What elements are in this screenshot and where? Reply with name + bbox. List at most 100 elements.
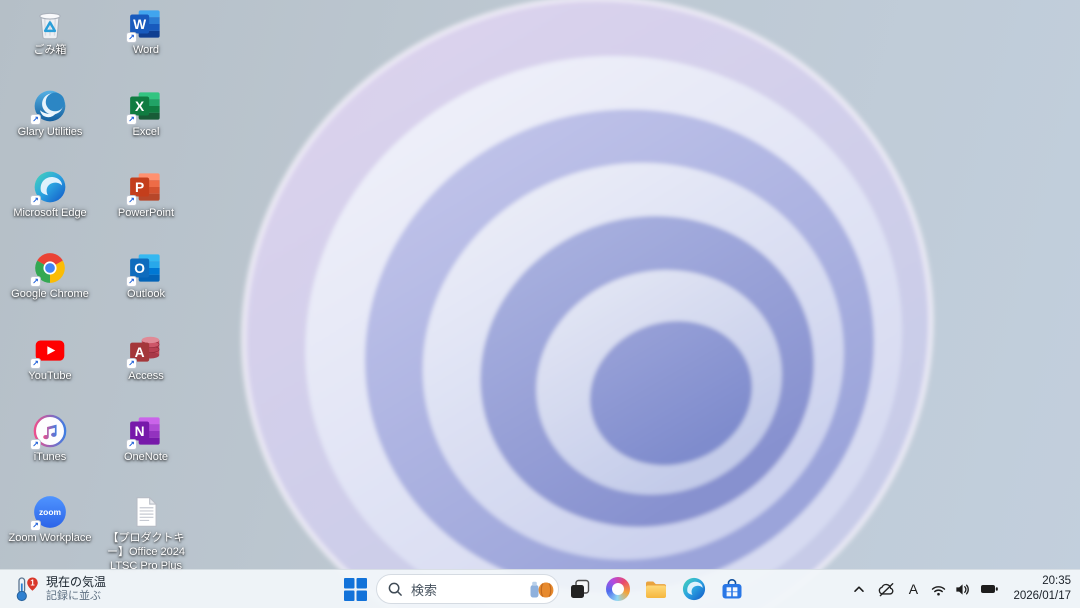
desktop-icon-word[interactable]: W ↗ Word bbox=[100, 6, 192, 58]
weather-widget-text: 現在の気温 記録に並ぶ bbox=[46, 575, 106, 603]
task-view-button[interactable] bbox=[561, 572, 599, 606]
word-icon: W ↗ bbox=[128, 6, 164, 42]
speaker-icon bbox=[954, 581, 970, 598]
onenote-icon: N ↗ bbox=[128, 413, 164, 449]
google-chrome-icon: ↗ bbox=[32, 250, 68, 286]
edge-taskbar-button[interactable] bbox=[675, 572, 713, 606]
copilot-button[interactable] bbox=[599, 572, 637, 606]
hidden-icons-button[interactable] bbox=[846, 572, 872, 606]
windows-logo-icon bbox=[343, 577, 368, 602]
clock-time: 20:35 bbox=[1042, 574, 1071, 589]
shortcut-arrow-icon: ↗ bbox=[30, 114, 41, 125]
desktop-icon-access[interactable]: A ↗ Access bbox=[100, 332, 192, 384]
icon-label: Excel bbox=[133, 126, 160, 140]
shortcut-arrow-icon: ↗ bbox=[126, 358, 137, 369]
shortcut-arrow-icon: ↗ bbox=[126, 195, 137, 206]
icon-label: 【プロダクトキー】Office 2024 LTSC Pro Plus bbox=[100, 532, 192, 573]
file-explorer-icon bbox=[643, 576, 669, 602]
battery-button[interactable] bbox=[974, 572, 1004, 606]
svg-text:N: N bbox=[135, 424, 145, 439]
microsoft-store-button[interactable] bbox=[713, 572, 751, 606]
taskbar-center-group: 検索 bbox=[336, 572, 751, 606]
svg-text:1: 1 bbox=[30, 579, 35, 588]
microsoft-edge-icon: ↗ bbox=[32, 169, 68, 205]
shortcut-arrow-icon: ↗ bbox=[126, 439, 137, 450]
svg-text:X: X bbox=[135, 99, 145, 114]
desktop-icon-product-key-file[interactable]: 【プロダクトキー】Office 2024 LTSC Pro Plus bbox=[100, 494, 192, 573]
start-button[interactable] bbox=[336, 572, 374, 606]
shortcut-arrow-icon: ↗ bbox=[30, 276, 41, 287]
task-view-icon bbox=[567, 576, 593, 602]
icon-label: PowerPoint bbox=[118, 207, 174, 221]
icon-label: Zoom Workplace bbox=[9, 532, 92, 546]
desktop-icon-onenote[interactable]: N ↗ OneNote bbox=[100, 413, 192, 465]
thermometer-icon: 1 bbox=[11, 574, 41, 604]
excel-icon: X ↗ bbox=[128, 88, 164, 124]
onedrive-button[interactable] bbox=[872, 572, 900, 606]
desktop-icon-microsoft-edge[interactable]: ↗ Microsoft Edge bbox=[4, 169, 96, 221]
volume-button[interactable] bbox=[950, 572, 974, 606]
shortcut-arrow-icon: ↗ bbox=[30, 358, 41, 369]
file-explorer-button[interactable] bbox=[637, 572, 675, 606]
taskbar: 1 現在の気温 記録に並ぶ bbox=[0, 569, 1080, 608]
desktop-icon-glary-utilities[interactable]: ↗ Glary Utilities bbox=[4, 88, 96, 140]
svg-text:zoom: zoom bbox=[39, 507, 61, 517]
battery-icon bbox=[980, 580, 999, 598]
desktop-icon-outlook[interactable]: O ↗ Outlook bbox=[100, 250, 192, 302]
desktop-icon-youtube[interactable]: ↗ YouTube bbox=[4, 332, 96, 384]
icon-label: YouTube bbox=[28, 370, 71, 384]
edge-icon bbox=[681, 576, 707, 602]
zoom-workplace-icon: zoom ↗ bbox=[32, 494, 68, 530]
icon-label: iTunes bbox=[34, 451, 67, 465]
svg-text:O: O bbox=[134, 261, 145, 276]
onedrive-paused-cloud-icon bbox=[877, 581, 895, 598]
desktop-icon-powerpoint[interactable]: P ↗ PowerPoint bbox=[100, 169, 192, 221]
search-placeholder: 検索 bbox=[411, 580, 437, 599]
access-icon: A ↗ bbox=[128, 332, 164, 368]
icon-label: OneNote bbox=[124, 451, 168, 465]
wifi-button[interactable] bbox=[926, 572, 950, 606]
icon-label: Microsoft Edge bbox=[13, 207, 86, 221]
svg-text:W: W bbox=[133, 17, 146, 32]
system-tray: A 20:35 2026/01 bbox=[846, 572, 1080, 606]
shortcut-arrow-icon: ↗ bbox=[30, 439, 41, 450]
weather-line2: 記録に並ぶ bbox=[46, 590, 106, 603]
desktop-icon-itunes[interactable]: ↗ iTunes bbox=[4, 413, 96, 465]
microsoft-store-icon bbox=[719, 576, 745, 602]
icon-label: Word bbox=[133, 44, 159, 58]
glary-utilities-icon: ↗ bbox=[32, 88, 68, 124]
weather-line1: 現在の気温 bbox=[46, 575, 106, 590]
youtube-icon: ↗ bbox=[32, 332, 68, 368]
shortcut-arrow-icon: ↗ bbox=[126, 114, 137, 125]
outlook-icon: O ↗ bbox=[128, 250, 164, 286]
itunes-icon: ↗ bbox=[32, 413, 68, 449]
icon-label: Glary Utilities bbox=[18, 126, 83, 140]
desktop-icon-excel[interactable]: X ↗ Excel bbox=[100, 88, 192, 140]
desktop-icon-recycle-bin[interactable]: ごみ箱 bbox=[4, 6, 96, 58]
desktop-icon-google-chrome[interactable]: ↗ Google Chrome bbox=[4, 250, 96, 302]
shortcut-arrow-icon: ↗ bbox=[30, 520, 41, 531]
ime-mode-button[interactable]: A bbox=[900, 572, 926, 606]
recycle-bin-icon bbox=[32, 6, 68, 42]
desktop-icon-zoom-workplace[interactable]: zoom ↗ Zoom Workplace bbox=[4, 494, 96, 546]
icon-label: Outlook bbox=[127, 288, 165, 302]
shortcut-arrow-icon: ↗ bbox=[126, 32, 137, 43]
search-box[interactable]: 検索 bbox=[376, 574, 559, 604]
chevron-up-icon bbox=[851, 581, 867, 597]
shortcut-arrow-icon: ↗ bbox=[30, 195, 41, 206]
wifi-icon bbox=[930, 582, 947, 597]
icon-label: ごみ箱 bbox=[34, 44, 67, 58]
icon-label: Google Chrome bbox=[11, 288, 89, 302]
icon-label: Access bbox=[128, 370, 163, 384]
windows-desktop: ごみ箱 ↗ Glary Utilities ↗ Microsoft Edge bbox=[0, 0, 1080, 608]
shortcut-arrow-icon: ↗ bbox=[126, 276, 137, 287]
svg-text:P: P bbox=[135, 180, 144, 195]
powerpoint-icon: P ↗ bbox=[128, 169, 164, 205]
clock-date: 2026/01/17 bbox=[1013, 589, 1071, 604]
search-highlight-icon[interactable] bbox=[529, 578, 555, 600]
text-document-icon bbox=[128, 494, 164, 530]
copilot-icon bbox=[606, 577, 630, 601]
weather-widget-button[interactable]: 1 現在の気温 記録に並ぶ bbox=[2, 570, 115, 608]
search-icon bbox=[388, 582, 403, 597]
clock-button[interactable]: 20:35 2026/01/17 bbox=[1013, 574, 1071, 604]
